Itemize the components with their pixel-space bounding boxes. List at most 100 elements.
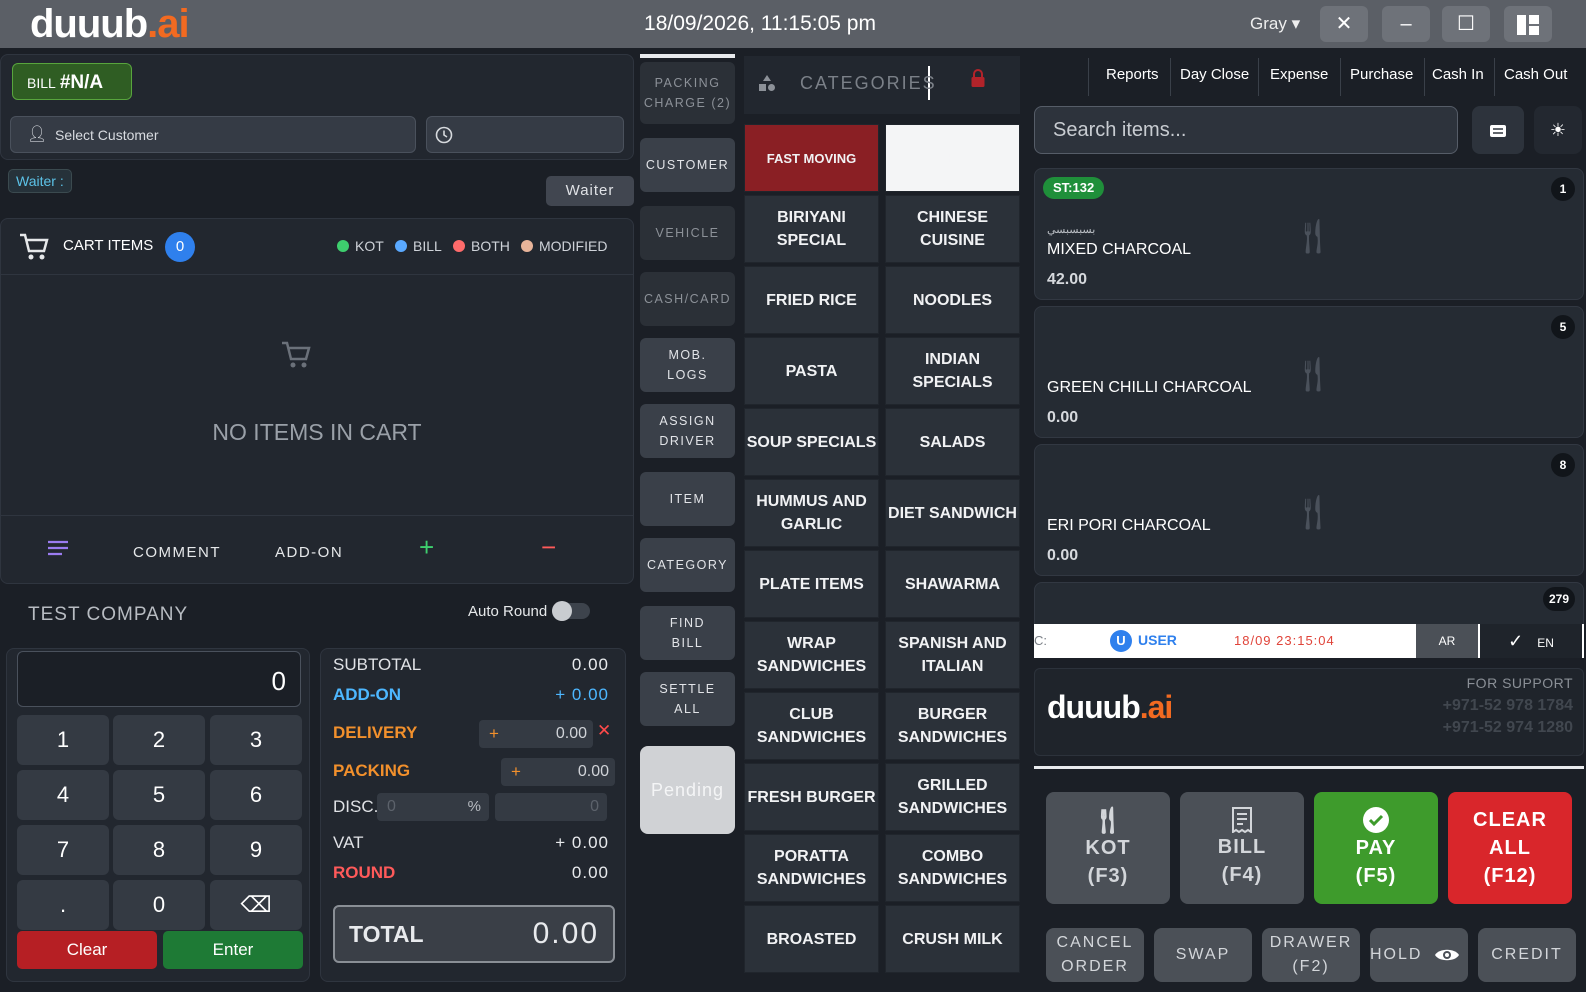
nav-expense[interactable]: Expense — [1270, 66, 1328, 83]
key-0[interactable]: 0 — [113, 880, 205, 930]
key-5[interactable]: 5 — [113, 770, 205, 820]
category-salads[interactable]: SALADS — [885, 408, 1020, 476]
theme-selector[interactable]: Gray ▾ — [1250, 14, 1300, 34]
pending-button[interactable]: Pending — [640, 746, 735, 834]
lock-icon[interactable] — [970, 68, 986, 88]
category-wrap-sandwiches[interactable]: WRAP SANDWICHES — [744, 621, 879, 689]
maximize-icon[interactable]: ☐ — [1442, 6, 1490, 42]
clear-all-button[interactable]: CLEAR ALL (F12) — [1448, 792, 1572, 904]
category-button[interactable]: CATEGORY — [640, 538, 735, 592]
backspace-icon[interactable]: ⌫ — [210, 880, 302, 930]
swap-button[interactable]: SWAP — [1154, 928, 1252, 982]
cancel-order-button[interactable]: CANCEL ORDER — [1046, 928, 1144, 982]
cart-toolbar: COMMENT ADD-ON + − — [1, 515, 633, 583]
lang-en-button[interactable]: ✓ EN — [1480, 624, 1582, 658]
decrease-qty-button[interactable]: − — [541, 532, 556, 563]
credit-button[interactable]: CREDIT — [1478, 928, 1576, 982]
enter-button[interactable]: Enter — [163, 931, 303, 969]
assign-driver-button[interactable]: ASSIGN DRIVER — [640, 404, 735, 458]
key-1[interactable]: 1 — [17, 715, 109, 765]
clear-button[interactable]: Clear — [17, 931, 157, 969]
category-soup-specials[interactable]: SOUP SPECIALS — [744, 408, 879, 476]
discount-percent-field[interactable]: 0 % — [377, 793, 489, 821]
discount-amount-field[interactable]: 0 — [495, 793, 607, 821]
close-icon[interactable]: ✕ — [1320, 6, 1368, 42]
category-burger-sandwiches[interactable]: BURGER SANDWICHES — [885, 692, 1020, 760]
category-club-sandwiches[interactable]: CLUB SANDWICHES — [744, 692, 879, 760]
waiter-button[interactable]: Waiter — [546, 176, 634, 206]
category-shawarma[interactable]: SHAWARMA — [885, 550, 1020, 618]
key-2[interactable]: 2 — [113, 715, 205, 765]
category-pasta[interactable]: PASTA — [744, 337, 879, 405]
item-card[interactable]: ERI PORI CHARCOAL 0.00 8 🍴︎ — [1034, 444, 1584, 576]
item-card[interactable]: GREEN CHILLI CHARCOAL 0.00 5 🍴︎ — [1034, 306, 1584, 438]
category-noodles[interactable]: NOODLES — [885, 266, 1020, 334]
drawer-button[interactable]: DRAWER (F2) — [1262, 928, 1360, 982]
nav-cash-in[interactable]: Cash In — [1432, 66, 1484, 83]
key-7[interactable]: 7 — [17, 825, 109, 875]
nav-purchase[interactable]: Purchase — [1350, 66, 1413, 83]
bill-button[interactable]: BILL (F4) — [1180, 792, 1304, 904]
comment-button[interactable]: COMMENT — [133, 544, 221, 561]
category-combo-sandwiches[interactable]: COMBO SANDWICHES — [885, 834, 1020, 902]
key-8[interactable]: 8 — [113, 825, 205, 875]
category-biriyani-special[interactable]: BIRIYANI SPECIAL — [744, 195, 879, 263]
select-customer-input[interactable]: 👤︎ Select Customer — [10, 116, 416, 153]
hold-button[interactable]: HOLD — [1370, 928, 1468, 982]
time-input[interactable] — [426, 116, 624, 153]
category-fast-moving[interactable]: FAST MOVING — [744, 124, 879, 192]
increase-qty-button[interactable]: + — [419, 532, 434, 563]
cash-card-button[interactable]: CASH/CARD — [640, 272, 735, 326]
packing-field[interactable]: + 0.00 — [501, 758, 615, 786]
settle-all-button[interactable]: SETTLE ALL — [640, 672, 735, 726]
category-indian-specials[interactable]: INDIAN SPECIALS — [885, 337, 1020, 405]
customer-button[interactable]: CUSTOMER — [640, 138, 735, 192]
menu-lines-icon[interactable] — [47, 540, 69, 558]
addon-total-label: ADD-ON — [333, 685, 401, 704]
keypad-display[interactable]: 0 — [17, 651, 301, 707]
find-bill-button[interactable]: FIND BILL — [640, 606, 735, 660]
mob-logs-button[interactable]: MOB. LOGS — [640, 338, 735, 392]
category-diet-sandwich[interactable]: DIET SANDWICH — [885, 479, 1020, 547]
nav-reports[interactable]: Reports — [1106, 66, 1159, 83]
key-dot[interactable]: . — [17, 880, 109, 930]
minimize-icon[interactable]: – — [1382, 6, 1430, 42]
key-6[interactable]: 6 — [210, 770, 302, 820]
category-broasted[interactable]: BROASTED — [744, 905, 879, 973]
nav-cash-out[interactable]: Cash Out — [1504, 66, 1567, 83]
category-chinese-cuisine[interactable]: CHINESE CUISINE — [885, 195, 1020, 263]
brightness-icon[interactable]: ☀︎ — [1534, 106, 1582, 154]
key-9[interactable]: 9 — [210, 825, 302, 875]
key-3[interactable]: 3 — [210, 715, 302, 765]
nav-divider — [1424, 58, 1425, 96]
pay-button[interactable]: PAY (F5) — [1314, 792, 1438, 904]
categories-title: CATEGORIES — [800, 73, 937, 93]
auto-round-toggle[interactable] — [552, 601, 590, 621]
remove-delivery-icon[interactable]: ✕ — [597, 721, 611, 741]
nav-day-close[interactable]: Day Close — [1180, 66, 1249, 83]
category-grilled-sandwiches[interactable]: GRILLED SANDWICHES — [885, 763, 1020, 831]
addon-button[interactable]: ADD-ON — [275, 544, 343, 561]
vehicle-button[interactable]: VEHICLE — [640, 206, 735, 260]
delivery-field[interactable]: + 0.00 — [479, 720, 593, 748]
packing-charge-button[interactable]: PACKING CHARGE (2) — [640, 62, 735, 124]
item-price: 42.00 — [1047, 271, 1088, 288]
key-4[interactable]: 4 — [17, 770, 109, 820]
category-crush-milk[interactable]: CRUSH MILK — [885, 905, 1020, 973]
category-spanish-and-italian[interactable]: SPANISH AND ITALIAN — [885, 621, 1020, 689]
keyboard-icon[interactable] — [1472, 106, 1524, 154]
category-poratta-sandwiches[interactable]: PORATTA SANDWICHES — [744, 834, 879, 902]
search-items-input[interactable]: Search items... — [1034, 106, 1458, 154]
category-fresh-burger[interactable]: FRESH BURGER — [744, 763, 879, 831]
category-cash-sale[interactable]: CASH SALE — [885, 124, 1020, 192]
item-button[interactable]: ITEM — [640, 472, 735, 526]
item-card[interactable]: ST:132 بسبسبسي MIXED CHARCOAL 42.00 1 🍴︎ — [1034, 168, 1584, 300]
category-fried-rice[interactable]: FRIED RICE — [744, 266, 879, 334]
lang-ar-button[interactable]: AR — [1416, 624, 1478, 658]
category-plate-items[interactable]: PLATE ITEMS — [744, 550, 879, 618]
category-hummus-and-garlic[interactable]: HUMMUS AND GARLIC — [744, 479, 879, 547]
layout-icon[interactable] — [1504, 6, 1552, 42]
round-value: 0.00 — [571, 863, 609, 882]
kot-button[interactable]: 🍴︎ KOT (F3) — [1046, 792, 1170, 904]
eye-icon[interactable] — [1434, 947, 1460, 963]
